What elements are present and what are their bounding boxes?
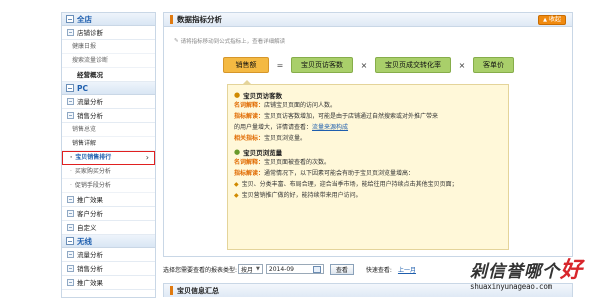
- sidebar-subitem-buyer-analysis[interactable]: 买家购买分析: [62, 165, 155, 179]
- sidebar-group-wireless[interactable]: 无线: [62, 235, 155, 248]
- traffic-source-link[interactable]: 流量来源构成: [312, 124, 348, 131]
- collapse-button[interactable]: ▲ 收起: [538, 15, 566, 25]
- sidebar-subitem-search-traffic-diagnosis[interactable]: 搜索流量诊断: [62, 54, 155, 68]
- sidebar-subitem-sales-overview[interactable]: 销售总览: [62, 123, 155, 137]
- expand-toggle-icon[interactable]: [67, 265, 74, 272]
- sidebar-item-pc-sales[interactable]: 销售分析: [62, 109, 155, 123]
- multiply-sign: ×: [360, 60, 368, 70]
- chevron-down-icon: ▼: [256, 266, 260, 272]
- metric-conversion-rate[interactable]: 宝贝页成交转化率: [375, 57, 451, 73]
- multiply-sign: ×: [458, 60, 466, 70]
- sidebar-item-label: 自定义: [77, 223, 97, 232]
- chevron-up-icon: ▲: [543, 17, 547, 23]
- sidebar-item-wireless-promotion[interactable]: 推广效果: [62, 276, 155, 290]
- section-title: ● 宝贝页浏览量: [234, 147, 283, 157]
- equals-sign: =: [276, 60, 284, 70]
- sidebar-group-all[interactable]: 全店: [62, 13, 155, 26]
- collapse-button-label: 收起: [548, 16, 561, 23]
- query-button[interactable]: 查看: [329, 263, 354, 275]
- collapse-toggle-icon[interactable]: [66, 15, 74, 23]
- sidebar-item-label: 宝贝销售排行: [75, 154, 112, 161]
- watermark-url: shuaxinyunageao.com: [470, 282, 552, 291]
- section-title: ● 宝贝页访客数: [234, 90, 283, 100]
- interpretation-line: 指标解读：通常情况下，以下因素可能会有助于宝贝页浏览量增高：: [234, 170, 415, 177]
- sidebar-item-label: 客户分析: [77, 209, 103, 218]
- hint-label: 请将指标移动到公式指标上，查看详细解读: [180, 39, 286, 45]
- collapse-toggle-icon[interactable]: [66, 237, 74, 245]
- sidebar-item-label: 经营概况: [77, 70, 103, 79]
- expand-toggle-icon[interactable]: [67, 210, 74, 217]
- expand-toggle-icon[interactable]: [67, 251, 74, 258]
- sidebar-item-overview[interactable]: 经营概况: [62, 68, 155, 82]
- bag-icon: ●: [234, 90, 241, 99]
- bag-icon: ●: [234, 147, 241, 156]
- bullet-item: ◆ 宝贝营销推广做的好，能持续带来用户访问。: [234, 192, 362, 199]
- expand-toggle-icon[interactable]: [67, 98, 74, 105]
- definition-line: 名词解释：宝贝页面被查看的次数。: [234, 159, 331, 166]
- quick-view-label: 快速查看:: [365, 266, 392, 274]
- collapse-toggle-icon[interactable]: [67, 29, 74, 36]
- collapse-toggle-icon[interactable]: [66, 84, 74, 92]
- date-field[interactable]: 2014-09: [265, 264, 324, 274]
- sidebar-item-customer-analysis[interactable]: 客户分析: [62, 207, 155, 221]
- related-metric-line: 相关指标：宝贝页浏览量。: [234, 135, 307, 142]
- period-select[interactable]: 按月 ▼: [238, 264, 263, 274]
- sidebar-group-pc[interactable]: PC: [62, 82, 155, 95]
- sidebar-item-shop-diagnosis[interactable]: 店铺诊断: [62, 26, 155, 40]
- metric-sales[interactable]: 销售额: [223, 57, 269, 73]
- sidebar-item-label: 流量分析: [77, 250, 103, 259]
- sidebar: 全店 店铺诊断 健康日报 搜索流量诊断 经营概况 PC 流量分析 销售分析 销售…: [61, 12, 156, 298]
- definition-line: 名词解释：店铺宝贝页面的访问人数。: [234, 102, 337, 109]
- calendar-icon[interactable]: [312, 265, 321, 273]
- interpretation-line: 指标解读：宝贝页访客数增加，可能是由于店铺通过自然搜索或对外推广带来: [234, 113, 439, 120]
- sidebar-group-label: 全店: [77, 14, 92, 24]
- sidebar-group-label: PC: [77, 83, 89, 93]
- sidebar-subitem-health-daily[interactable]: 健康日报: [62, 40, 155, 54]
- sidebar-subitem-sales-detail[interactable]: 销售详解: [62, 137, 155, 151]
- sidebar-item-wireless-traffic[interactable]: 流量分析: [62, 248, 155, 262]
- sidebar-item-label: 店铺诊断: [77, 28, 103, 37]
- interpretation-line-cont: 的用户量增大，详情请查看：流量来源构成: [234, 124, 349, 131]
- panel-header: 数据指标分析: [164, 13, 572, 27]
- pencil-icon: ✎: [174, 38, 179, 44]
- header-accent-bar: [170, 286, 173, 295]
- sidebar-item-label: 销售分析: [77, 111, 103, 120]
- sidebar-item-label: 推广效果: [77, 278, 103, 287]
- metric-avg-order-value[interactable]: 客单价: [473, 57, 514, 73]
- bullet-icon: ◆: [234, 192, 239, 199]
- sidebar-group-label: 无线: [77, 236, 92, 246]
- report-controls: 选择您需要查看的报表类型: 按月 ▼ 2014-09 查看 快速查看: 上一月: [163, 263, 416, 275]
- metric-explanation-tooltip: ● 宝贝页访客数 名词解释：店铺宝贝页面的访问人数。 指标解读：宝贝页访客数增加…: [227, 80, 509, 250]
- report-type-label: 选择您需要查看的报表类型:: [163, 266, 238, 274]
- sidebar-item-promotion-effect[interactable]: 推广效果: [62, 193, 155, 207]
- bullet-icon: ◆: [234, 181, 239, 188]
- sidebar-item-pc-traffic[interactable]: 流量分析: [62, 95, 155, 109]
- expand-toggle-icon[interactable]: [67, 196, 74, 203]
- sidebar-subitem-promo-analysis[interactable]: 促销手段分析: [62, 179, 155, 193]
- sidebar-item-wireless-sales[interactable]: 销售分析: [62, 262, 155, 276]
- header-accent-bar: [170, 15, 173, 24]
- section-title: 宝贝信息汇总: [177, 286, 219, 295]
- metrics-panel: 数据指标分析 ▲ 收起 ✎ 请将指标移动到公式指标上，查看详细解读 销售额 = …: [163, 12, 573, 257]
- collapse-toggle-icon[interactable]: [67, 112, 74, 119]
- metric-formula: 销售额 = 宝贝页访客数 × 宝贝页成交转化率 × 客单价: [223, 57, 514, 73]
- previous-month-link[interactable]: 上一月: [398, 265, 416, 274]
- chevron-right-icon: ›: [145, 153, 149, 162]
- sidebar-item-label: 流量分析: [77, 97, 103, 106]
- bullet-item: ◆ 宝贝、分类丰富、布局合理，迎合当季市场，能给往用户持续点击其他宝贝页面；: [234, 181, 458, 188]
- panel-title: 数据指标分析: [177, 15, 222, 24]
- expand-toggle-icon[interactable]: [67, 224, 74, 231]
- sidebar-item-label: 销售分析: [77, 264, 103, 273]
- expand-toggle-icon[interactable]: [67, 279, 74, 286]
- hint-text: ✎ 请将指标移动到公式指标上，查看详细解读: [174, 37, 285, 45]
- watermark: 剁信誉哪个好 shuaxinyunageao.com: [470, 258, 584, 291]
- sidebar-item-label: 推广效果: [77, 195, 103, 204]
- metric-visitors[interactable]: 宝贝页访客数: [291, 57, 353, 73]
- sidebar-item-custom[interactable]: 自定义: [62, 221, 155, 235]
- sidebar-subitem-product-sales-ranking[interactable]: · 宝贝销售排行 ›: [62, 151, 155, 165]
